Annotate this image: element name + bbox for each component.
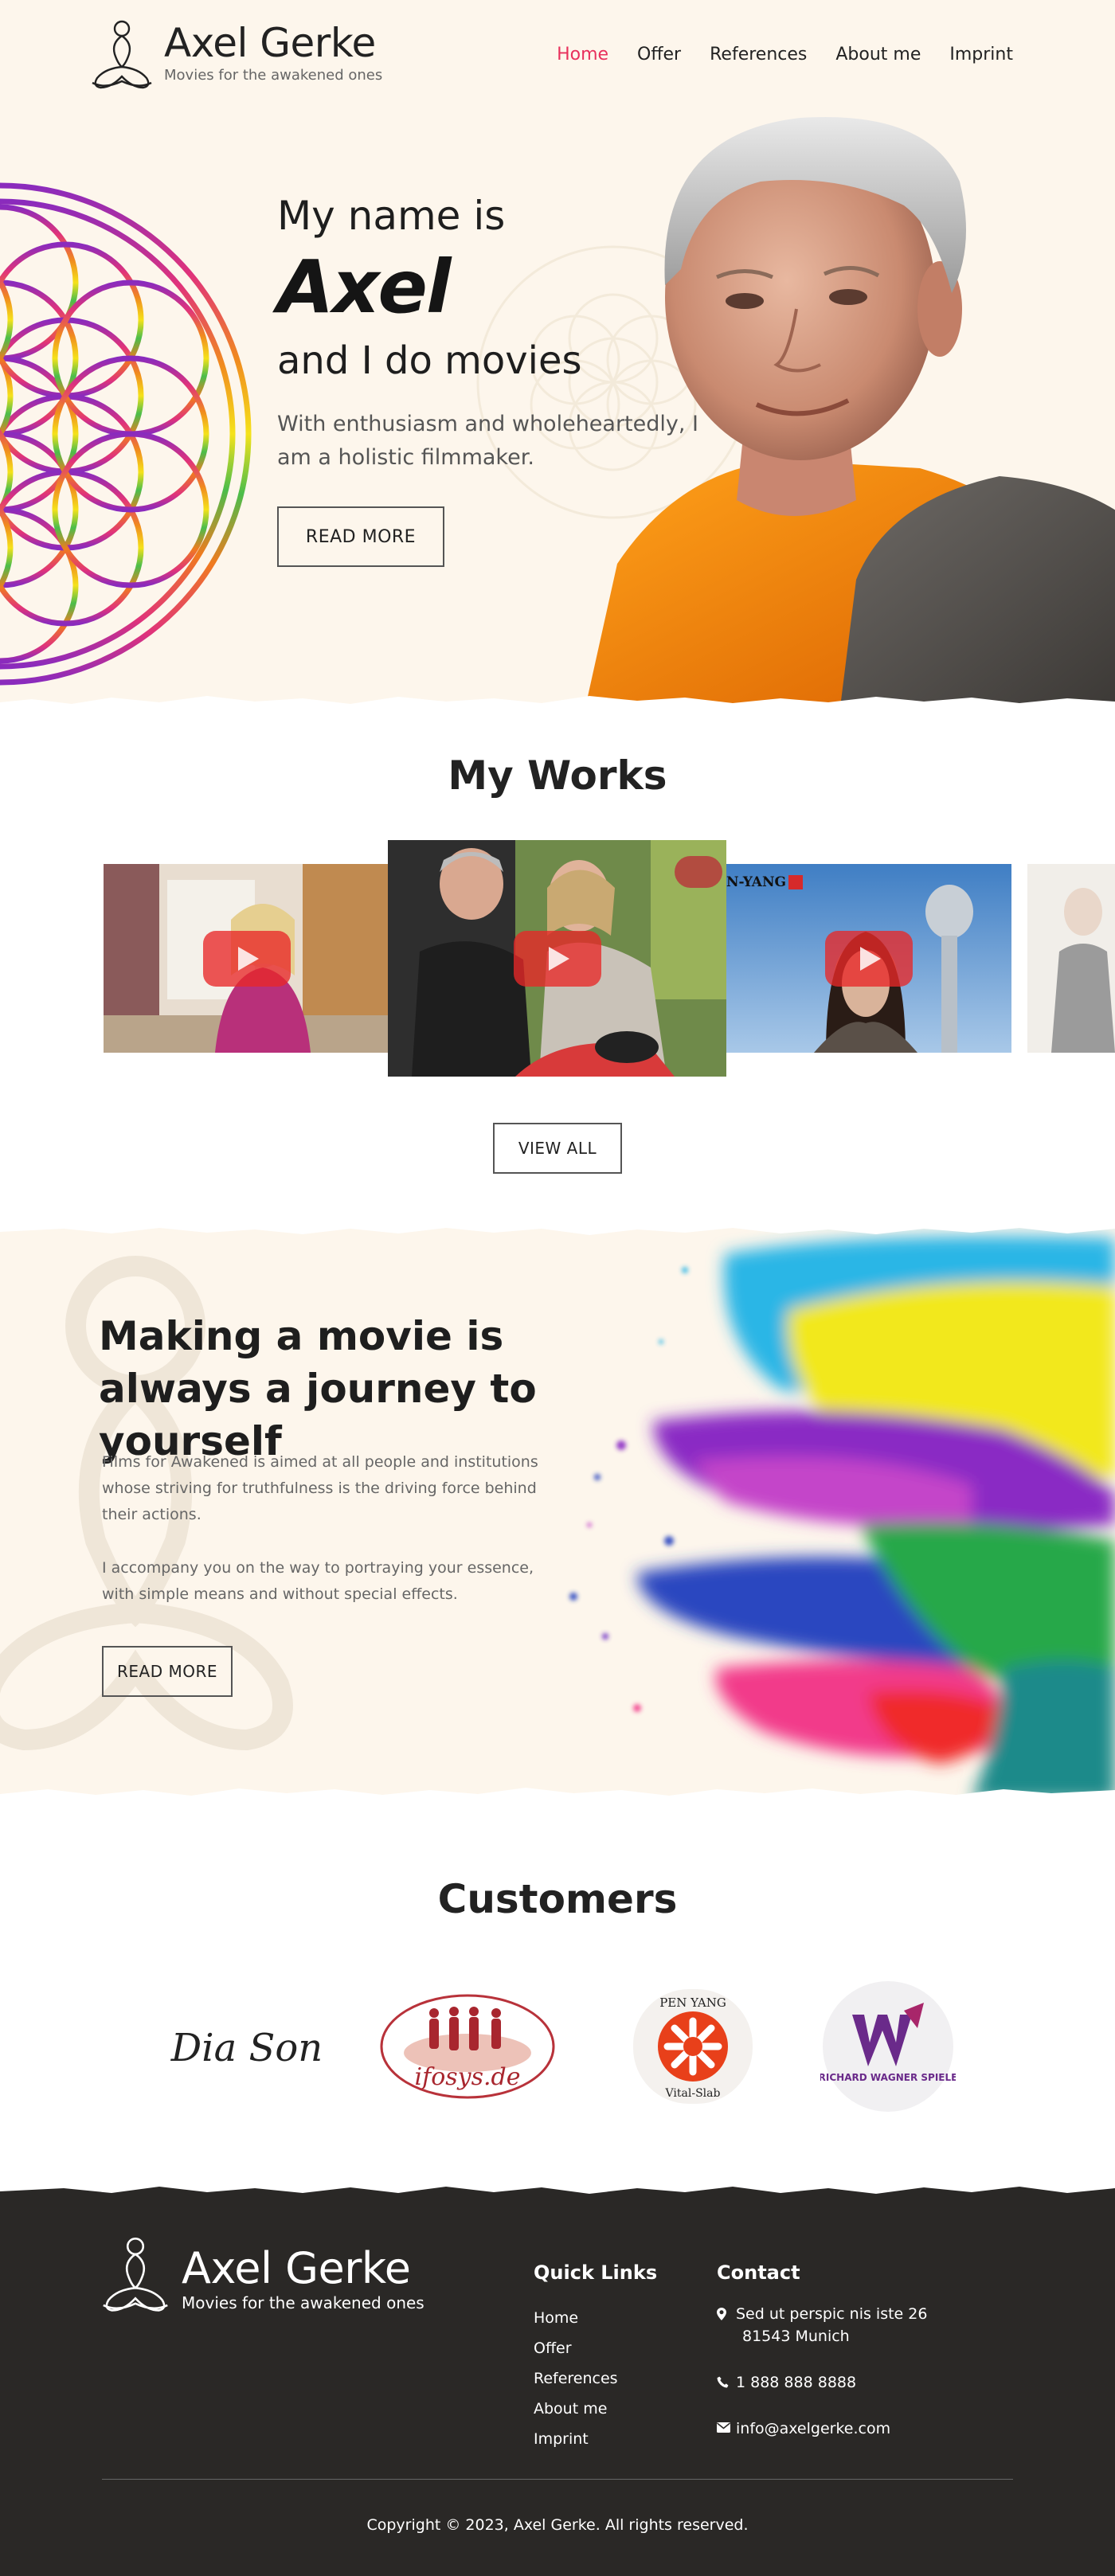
address-line-2: 81543 Munich — [742, 2328, 850, 2345]
footer: Axel Gerke Movies for the awakened ones … — [0, 2182, 1115, 2576]
torn-edge-divider — [0, 1222, 1115, 1235]
copyright-text: Copyright © 2023, Axel Gerke. All rights… — [366, 2516, 749, 2534]
nav-about-me[interactable]: About me — [835, 45, 921, 64]
nav-offer[interactable]: Offer — [637, 45, 681, 64]
youtube-play-icon[interactable] — [825, 930, 913, 987]
footer-brand-name: Axel Gerke — [182, 2243, 411, 2293]
phone-number: 1 888 888 8888 — [736, 2374, 857, 2391]
customer-logo-dia-son[interactable]: Dia Son — [167, 2007, 327, 2086]
works-section: My Works N-YANG VIEW ALL — [0, 705, 1115, 1222]
color-powder-explosion-image — [569, 1236, 1115, 1800]
footer-brand-tagline: Movies for the awakened ones — [182, 2293, 424, 2312]
contact-phone[interactable]: 1 888 888 8888 — [717, 2371, 927, 2394]
customers-section: Customers Dia Son ifosys.de PEN YANG Vit… — [0, 1800, 1115, 2182]
email-address: info@axelgerke.com — [736, 2420, 891, 2437]
customer-logo-richard-wagner-spiele[interactable]: RICHARD WAGNER SPIELE — [820, 1979, 956, 2114]
footer-contact: Contact Sed ut perspic nis iste 26 81543… — [717, 2261, 927, 2464]
address-line-1: Sed ut perspic nis iste 26 — [736, 2305, 928, 2323]
hero-tagline: and I do movies — [277, 338, 582, 383]
journey-read-more-button[interactable]: READ MORE — [102, 1646, 233, 1697]
torn-edge-divider — [0, 696, 1115, 705]
video-card[interactable]: N-YANG — [726, 864, 1011, 1053]
hero-name: Axel — [277, 244, 451, 330]
footer-link-offer[interactable]: Offer — [534, 2333, 657, 2363]
journey-section: Making a movie is always a journey to yo… — [0, 1222, 1115, 1800]
footer-brand-logo[interactable]: Axel Gerke Movies for the awakened ones — [99, 2236, 424, 2316]
video-carousel[interactable]: N-YANG — [0, 840, 1115, 1079]
hero-read-more-button[interactable]: READ MORE — [277, 506, 444, 567]
hero-subtitle: With enthusiasm and wholeheartedly, I am… — [277, 412, 699, 470]
torn-edge-divider — [0, 2182, 1115, 2194]
video-card[interactable] — [104, 864, 390, 1053]
footer-link-about-me[interactable]: About me — [534, 2394, 657, 2424]
svg-text:Dia Son: Dia Son — [170, 2026, 323, 2070]
journey-paragraph-2: I accompany you on the way to portraying… — [102, 1559, 534, 1603]
flower-of-life-graphic — [0, 182, 252, 686]
footer-divider — [102, 2479, 1013, 2480]
customer-logo-ifosys[interactable]: ifosys.de — [378, 1991, 558, 2102]
footer-link-references[interactable]: References — [534, 2363, 657, 2394]
svg-text:RICHARD WAGNER SPIELE: RICHARD WAGNER SPIELE — [820, 2072, 956, 2083]
contact-email[interactable]: info@axelgerke.com — [717, 2418, 927, 2440]
svg-text:PEN YANG: PEN YANG — [659, 1996, 726, 2010]
youtube-play-icon[interactable] — [513, 930, 601, 987]
brand-name: Axel Gerke — [164, 20, 376, 66]
hero-intro: My name is — [277, 193, 506, 239]
youtube-play-icon[interactable] — [203, 930, 291, 987]
video-card[interactable] — [388, 840, 726, 1077]
video-card[interactable] — [1027, 864, 1115, 1053]
nav-references[interactable]: References — [710, 45, 807, 64]
nav-imprint[interactable]: Imprint — [949, 45, 1013, 64]
footer-link-imprint[interactable]: Imprint — [534, 2424, 657, 2454]
customer-logos: Dia Son ifosys.de PEN YANG Vital-Slab RI… — [0, 1975, 1115, 2134]
works-title: My Works — [448, 752, 667, 799]
brand-logo[interactable]: Axel Gerke Movies for the awakened ones — [89, 19, 382, 92]
hero-section: Axel Gerke Movies for the awakened ones … — [0, 0, 1115, 705]
customers-title: Customers — [437, 1876, 678, 1922]
video-thumbnail — [1027, 864, 1115, 1053]
brand-tagline: Movies for the awakened ones — [164, 67, 383, 84]
video-overlay-text: N-YANG — [726, 874, 786, 890]
journey-paragraph-1: Films for Awakened is aimed at all peopl… — [102, 1453, 538, 1523]
torn-edge-divider — [0, 1788, 1115, 1800]
navbar: Axel Gerke Movies for the awakened ones … — [0, 0, 1115, 111]
map-marker-icon — [717, 2303, 736, 2320]
hero-text-block: My name is Axel and I do movies With ent… — [277, 188, 707, 567]
contact-address: Sed ut perspic nis iste 26 81543 Munich — [717, 2303, 927, 2347]
customer-logo-pen-yang[interactable]: PEN YANG Vital-Slab — [625, 1983, 761, 2110]
journey-title: Making a movie is always a journey to yo… — [99, 1313, 537, 1464]
nav-home[interactable]: Home — [557, 45, 608, 64]
contact-title: Contact — [717, 2261, 800, 2284]
phone-icon — [717, 2371, 736, 2388]
meditating-figure-logo-icon — [92, 20, 152, 89]
meditating-figure-logo-icon — [103, 2237, 168, 2312]
envelope-icon — [717, 2418, 736, 2433]
view-all-button[interactable]: VIEW ALL — [493, 1123, 622, 1174]
svg-text:Vital-Slab: Vital-Slab — [665, 2087, 721, 2100]
footer-quick-links: Quick Links Home Offer References About … — [534, 2261, 657, 2454]
footer-link-home[interactable]: Home — [534, 2303, 657, 2333]
quick-links-title: Quick Links — [534, 2261, 658, 2284]
svg-text:ifosys.de: ifosys.de — [415, 2063, 521, 2091]
main-nav: Home Offer References About me Imprint — [557, 45, 1013, 64]
